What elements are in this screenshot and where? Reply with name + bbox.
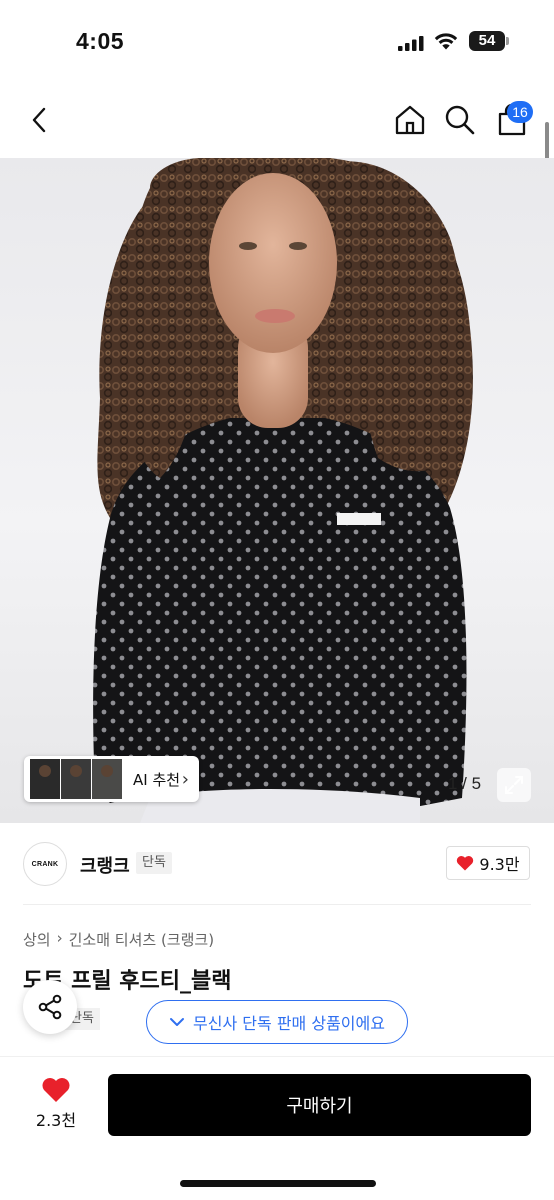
thumbnail[interactable]	[61, 759, 91, 799]
image-page-counter: 1 / 5	[448, 774, 482, 793]
chevron-down-icon	[170, 1018, 185, 1026]
thumbnail[interactable]	[30, 759, 60, 799]
cellular-signal-icon	[398, 36, 424, 51]
brand-name[interactable]: 크랭크	[80, 852, 130, 878]
product-image[interactable]	[0, 158, 554, 823]
heart-icon	[42, 1078, 70, 1102]
brand-logo[interactable]: CRANK	[23, 842, 67, 886]
breadcrumb-item[interactable]: 상의	[23, 929, 51, 950]
exclusive-notice-text: 무신사 단독 판매 상품이에요	[193, 1014, 385, 1033]
brand-row: CRANK 크랭크 단독 9.3만	[0, 836, 554, 896]
wishlist-button[interactable]: 2.3천	[26, 1077, 86, 1147]
expand-icon[interactable]	[497, 768, 531, 802]
status-time: 4:05	[76, 28, 125, 54]
breadcrumb: 상의 › 긴소매 티셔츠 (크랭크)	[23, 929, 214, 950]
ai-recommend-label: AI 추천	[133, 770, 181, 789]
buy-button[interactable]: 구매하기	[108, 1074, 531, 1136]
heart-icon	[457, 856, 474, 871]
ai-recommend-thumbnails[interactable]: AI 추천 ›	[24, 756, 199, 802]
divider	[23, 904, 531, 905]
breadcrumb-item[interactable]: 긴소매 티셔츠 (크랭크)	[69, 929, 214, 950]
status-bar: 4:05 54	[0, 0, 554, 80]
exclusive-notice-pill[interactable]: 무신사 단독 판매 상품이에요	[146, 1000, 408, 1044]
battery-icon: 54	[469, 31, 509, 51]
wifi-icon	[434, 33, 458, 50]
home-indicator	[180, 1180, 376, 1187]
cart-count-badge: 16	[507, 101, 533, 123]
search-icon[interactable]	[440, 95, 480, 145]
chevron-right-icon: ›	[56, 929, 63, 947]
wishlist-count: 2.3천	[35, 1111, 77, 1130]
share-button[interactable]	[23, 980, 77, 1034]
thumbnail[interactable]	[92, 759, 122, 799]
battery-level: 54	[469, 31, 505, 51]
brand-like-button[interactable]: 9.3만	[446, 846, 530, 880]
chevron-right-icon: ›	[181, 768, 189, 790]
top-nav	[0, 95, 554, 147]
back-icon[interactable]	[20, 95, 60, 145]
brand-exclusive-tag: 단독	[136, 852, 172, 874]
brand-like-count: 9.3만	[479, 855, 520, 874]
home-icon[interactable]	[390, 95, 430, 145]
model-photo	[93, 158, 473, 823]
share-icon	[38, 994, 62, 1020]
bottom-purchase-bar: 2.3천 구매하기	[0, 1056, 554, 1200]
